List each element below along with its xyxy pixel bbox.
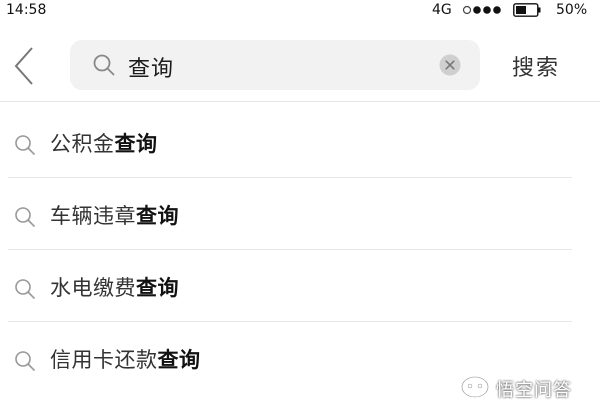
suggestion-highlight: 查询 [157,348,201,372]
suggestion-highlight: 查询 [114,132,158,156]
watermark: 悟空问答 [458,374,598,401]
suggestion-text: 水电缴费查询 [50,272,179,302]
list-item[interactable]: 水电缴费查询 [0,250,600,322]
suggestion-prefix: 公积金 [50,132,115,156]
suggestion-list: 公积金查询 车辆违章查询 水电缴费查询 信用卡还款查询 [0,106,600,394]
suggestion-text: 车辆违章查询 [50,200,179,230]
header-divider [0,101,600,102]
suggestion-prefix: 信用卡还款 [50,348,158,372]
search-icon [93,54,115,76]
clear-icon[interactable] [439,54,461,76]
suggestion-text: 信用卡还款查询 [50,344,201,374]
status-time: 14:58 [6,2,47,18]
network-type: 4G [432,2,452,18]
search-icon [15,279,35,299]
search-bar[interactable]: 查询 [70,40,480,90]
status-bar: 14:58 4G 50% [0,0,600,22]
search-button[interactable]: 搜索 [512,50,560,82]
search-icon [15,207,35,227]
suggestion-prefix: 车辆违章 [50,204,136,228]
watermark-text: 悟空问答 [496,380,572,401]
suggestion-highlight: 查询 [136,276,179,300]
battery-icon [513,3,541,17]
battery-percent: 50% [556,2,588,18]
signal-icon [462,5,501,15]
chevron-left-icon[interactable] [10,44,42,88]
suggestion-prefix: 水电缴费 [50,276,136,300]
suggestion-highlight: 查询 [136,204,179,228]
suggestion-text: 公积金查询 [50,128,158,158]
list-item[interactable]: 公积金查询 [0,106,600,178]
watermark-logo-icon [461,376,489,398]
list-item[interactable]: 车辆违章查询 [0,178,600,250]
search-icon [15,351,35,371]
search-header: 查询 搜索 [0,30,600,100]
search-input[interactable]: 查询 [128,51,174,83]
search-icon [15,135,35,155]
